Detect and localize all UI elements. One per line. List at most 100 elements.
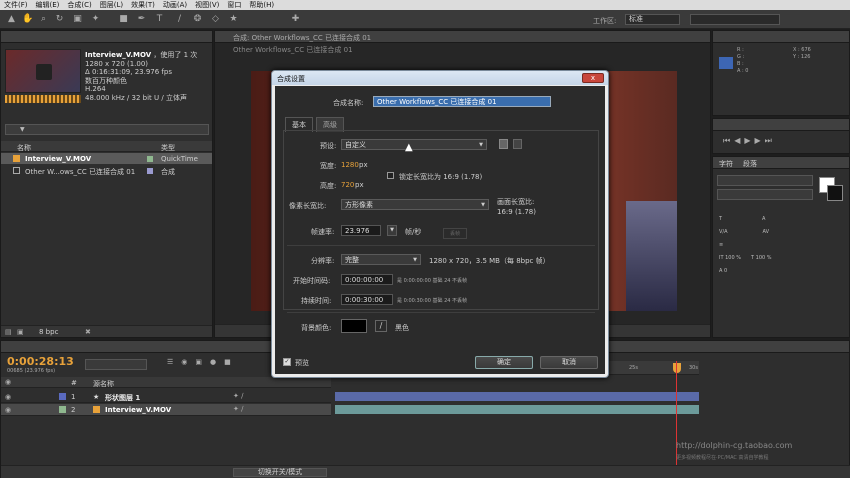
menu-layer[interactable]: 图层(L)	[100, 0, 123, 10]
footage-icon	[93, 406, 100, 413]
layer-bar[interactable]	[335, 405, 699, 414]
par-select[interactable]: 方形像素	[341, 199, 489, 210]
fps-input[interactable]: 23.976	[341, 225, 381, 236]
par-label: 像素长宽比:	[289, 202, 327, 210]
menu-composition[interactable]: 合成(C)	[67, 0, 91, 10]
col-source-name[interactable]: 源名称	[93, 379, 114, 389]
menu-effect[interactable]: 效果(T)	[131, 0, 155, 10]
timeline-search-input[interactable]	[85, 359, 147, 370]
layer-number: 1	[71, 393, 76, 401]
search-dropdown-icon[interactable]: ▼	[20, 126, 25, 133]
label-color-swatch[interactable]	[59, 406, 66, 413]
font-style-select[interactable]	[717, 189, 813, 200]
comp-name-input[interactable]: Other Workflows_CC 已连接合成 01	[373, 96, 551, 107]
bit-depth-button[interactable]: 8 bpc	[39, 328, 58, 336]
composition-subtab[interactable]: Other Workflows_CC 已连接合成 01	[233, 45, 353, 55]
tab-paragraph[interactable]: 段落	[743, 159, 757, 168]
pan-behind-tool-icon[interactable]: ✦	[90, 14, 101, 25]
snapping-icon[interactable]: ✚	[290, 14, 301, 25]
menu-file[interactable]: 文件(F)	[4, 0, 28, 10]
layer-name[interactable]: Interview_V.MOV	[105, 406, 171, 414]
horizontal-scale-value[interactable]: 100 %	[756, 255, 772, 261]
footage-duration: Δ 0:16:31:09, 23.976 fps	[85, 68, 172, 77]
composition-tab[interactable]: 合成: Other Workflows_CC 已连接合成 01	[215, 31, 710, 43]
col-name-header[interactable]: 名称	[17, 143, 31, 153]
save-preset-icon[interactable]	[499, 139, 508, 149]
bg-color-swatch[interactable]	[341, 319, 367, 333]
footage-used: ，使用了 1 次	[153, 51, 198, 59]
footage-resolution: 1280 x 720 (1.00)	[85, 59, 149, 68]
timeline-switches-icons[interactable]: ☰◉▣●■	[167, 358, 239, 366]
preview-checkbox[interactable]: ✓	[283, 358, 291, 366]
menu-edit[interactable]: 编辑(E)	[36, 0, 60, 10]
resolution-label: 分辨率:	[311, 257, 335, 265]
info-tab[interactable]	[713, 31, 849, 43]
zoom-tool-icon[interactable]: ⌕	[38, 14, 49, 25]
eye-icon[interactable]: ◉	[5, 393, 11, 401]
list-item[interactable]: Other W...ows_CC 已连接合成 01 合成	[1, 165, 212, 176]
ok-button[interactable]: 确定	[475, 356, 533, 369]
layer-switches-icon[interactable]: ✦ ∕	[233, 405, 243, 413]
fps-dropdown-icon[interactable]: ▼	[387, 225, 397, 236]
layer-bar[interactable]	[335, 392, 699, 401]
selection-tool-icon[interactable]: ▲	[6, 14, 17, 25]
text-tool-icon[interactable]: T	[154, 14, 165, 25]
menu-view[interactable]: 视图(V)	[195, 0, 219, 10]
preset-select[interactable]: 自定义	[341, 139, 487, 150]
playhead-icon[interactable]	[673, 363, 681, 373]
rectangle-tool-icon[interactable]: ■	[118, 14, 129, 25]
label-color-swatch[interactable]	[147, 168, 153, 174]
table-row[interactable]: ◉ 1 ★ 形状图层 1 ✦ ∕	[1, 391, 331, 403]
table-row[interactable]: ◉ 2 Interview_V.MOV ✦ ∕	[1, 404, 331, 416]
menu-animation[interactable]: 动画(A)	[163, 0, 187, 10]
search-help-input[interactable]	[690, 14, 780, 25]
width-value[interactable]: 1280	[341, 161, 359, 169]
duration-input[interactable]: 0:00:30:00	[341, 294, 393, 305]
trash-icon[interactable]: ✖	[85, 328, 91, 336]
new-folder-icon[interactable]: ▣	[17, 328, 24, 336]
height-value[interactable]: 720	[341, 181, 354, 189]
cancel-button[interactable]: 取消	[540, 356, 598, 369]
vertical-scale-value[interactable]: 100 %	[725, 255, 741, 261]
watermark-url: http://dolphin-cg.taobao.com	[676, 441, 793, 450]
rotate-tool-icon[interactable]: ↻	[54, 14, 65, 25]
project-tab[interactable]	[1, 31, 212, 43]
close-button[interactable]: x	[582, 73, 604, 83]
hand-tool-icon[interactable]: ✋	[22, 14, 33, 25]
lock-aspect-checkbox[interactable]	[387, 172, 394, 179]
drop-frame-select[interactable]: 丢帧	[443, 228, 468, 239]
clone-tool-icon[interactable]: ❂	[192, 14, 203, 25]
shape-layer-icon: ★	[93, 393, 100, 401]
label-color-swatch[interactable]	[59, 393, 66, 400]
composition-icon	[13, 167, 20, 174]
font-family-select[interactable]	[717, 175, 813, 186]
playback-controls[interactable]: ⏮◀▶▶⏭	[723, 136, 776, 146]
toggle-switches-modes-button[interactable]: 切换开关/模式	[233, 468, 327, 477]
label-color-swatch[interactable]	[147, 156, 153, 162]
layer-name[interactable]: 形状图层 1	[105, 393, 140, 403]
list-item[interactable]: Interview_V.MOV QuickTime	[1, 153, 212, 164]
baseline-shift-value[interactable]: 0	[724, 268, 727, 274]
start-timecode-input[interactable]: 0:00:00:00	[341, 274, 393, 285]
camera-tool-icon[interactable]: ▣	[72, 14, 83, 25]
workspace-select[interactable]: 标准	[625, 14, 680, 25]
preview-tab[interactable]	[713, 119, 849, 131]
eye-icon[interactable]: ◉	[5, 406, 11, 414]
eyedropper-icon[interactable]: ∕	[375, 320, 387, 332]
brush-tool-icon[interactable]: ∕	[174, 14, 185, 25]
stroke-color-swatch[interactable]	[827, 185, 843, 201]
pen-tool-icon[interactable]: ✒	[136, 14, 147, 25]
delete-preset-icon[interactable]	[513, 139, 522, 149]
layer-switches-icon[interactable]: ✦ ∕	[233, 392, 243, 400]
menu-window[interactable]: 窗口	[227, 0, 241, 10]
puppet-tool-icon[interactable]: ★	[228, 14, 239, 25]
resolution-select[interactable]: 完整	[341, 254, 421, 265]
eraser-tool-icon[interactable]: ◇	[210, 14, 221, 25]
fps-unit: 帧/秒	[405, 228, 422, 236]
project-search-input[interactable]: ▼	[5, 124, 209, 135]
menu-help[interactable]: 帮助(H)	[249, 0, 274, 10]
interpret-footage-icon[interactable]: ▤	[5, 328, 12, 336]
tab-character[interactable]: 字符	[719, 159, 733, 168]
current-timecode[interactable]: 0:00:28:13	[7, 355, 74, 368]
col-type-header[interactable]: 类型	[161, 143, 175, 153]
